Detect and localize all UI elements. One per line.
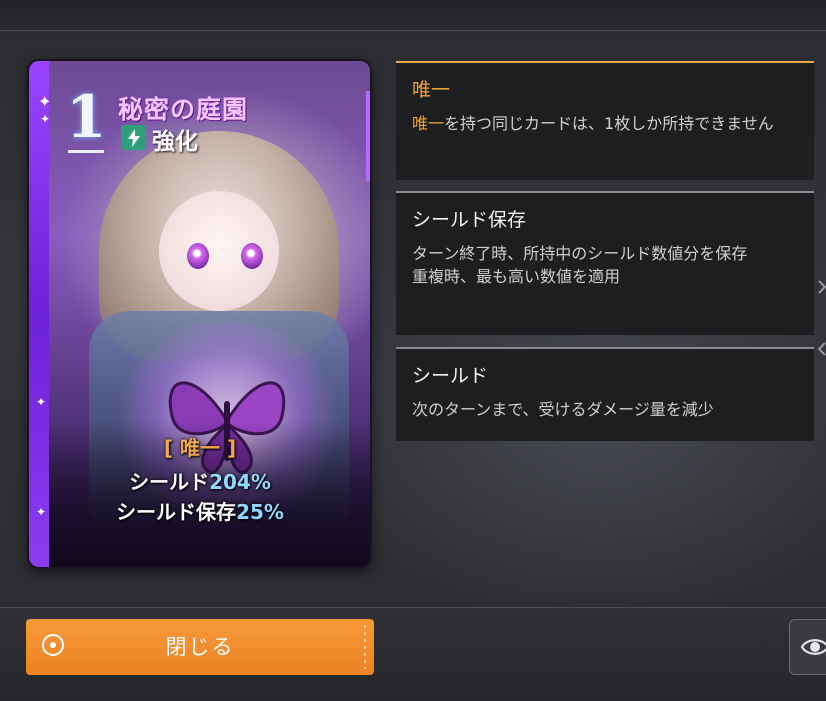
lightning-icon — [121, 125, 146, 150]
sparkle-icon: ✦ — [40, 112, 51, 126]
close-button[interactable]: 閉じる — [26, 619, 374, 675]
card-effect-value: 25% — [236, 500, 284, 524]
card-cost-underline — [68, 150, 104, 153]
keyword-title: 唯一 — [412, 79, 451, 101]
keyword-panel-unique: 唯一 唯一を持つ同じカードは、1枚しか所持できません — [396, 61, 814, 180]
sparkle-icon: ✦ — [36, 395, 47, 409]
card-art-eye — [187, 243, 209, 269]
top-bar — [0, 0, 826, 31]
keyword-title: シールド保存 — [412, 209, 527, 231]
card-effect-shield: シールド204% — [60, 466, 340, 495]
keyword-description-line: 重複時、最も高い数値を適用 — [412, 267, 621, 286]
card-cost: 1 — [66, 83, 107, 151]
close-button-label: 閉じる — [165, 635, 235, 659]
keyword-panel-shield: シールド 次のターンまで、受けるダメージ量を減少 — [396, 347, 814, 441]
card-frame — [29, 61, 49, 567]
keyword-description: 次のターンまで、受けるダメージ量を減少 — [412, 400, 714, 419]
view-toggle-button[interactable] — [789, 619, 826, 675]
card-unique-tag: [ 唯一 ] — [163, 436, 237, 460]
keyword-highlight: 唯一 — [412, 114, 445, 133]
keyword-description: ターン終了時、所持中のシールド数値分を保存 重複時、最も高い数値を適用 — [412, 242, 798, 288]
card-title: 秘密の庭園 — [118, 95, 249, 124]
button-edge-decoration — [364, 625, 366, 669]
sparkle-icon: ✦ — [38, 92, 52, 111]
chevron-right-icon[interactable] — [818, 280, 826, 296]
keyword-description-text: を持つ同じカードは、1枚しか所持できません — [444, 114, 774, 133]
card-effect-shield-save: シールド保存25% — [60, 496, 340, 525]
card-effect-label: シールド — [129, 470, 210, 494]
keyword-description: 唯一を持つ同じカードは、1枚しか所持できません — [412, 112, 798, 135]
keyword-panel-shield-save: シールド保存 ターン終了時、所持中のシールド数値分を保存 重複時、最も高い数値を… — [396, 191, 814, 335]
eye-icon — [800, 639, 826, 655]
card-art-eye — [241, 243, 263, 269]
card-type-label: 強化 — [152, 129, 198, 155]
card-effect-label: シールド保存 — [116, 500, 237, 524]
sparkle-icon: ✦ — [36, 505, 47, 519]
card-frame-accent — [366, 91, 370, 181]
keyword-title: シールド — [412, 365, 489, 387]
chevron-left-icon[interactable] — [817, 342, 826, 358]
card-effect-value: 204% — [209, 470, 271, 494]
keyword-description-line: ターン終了時、所持中のシールド数値分を保存 — [412, 244, 748, 263]
